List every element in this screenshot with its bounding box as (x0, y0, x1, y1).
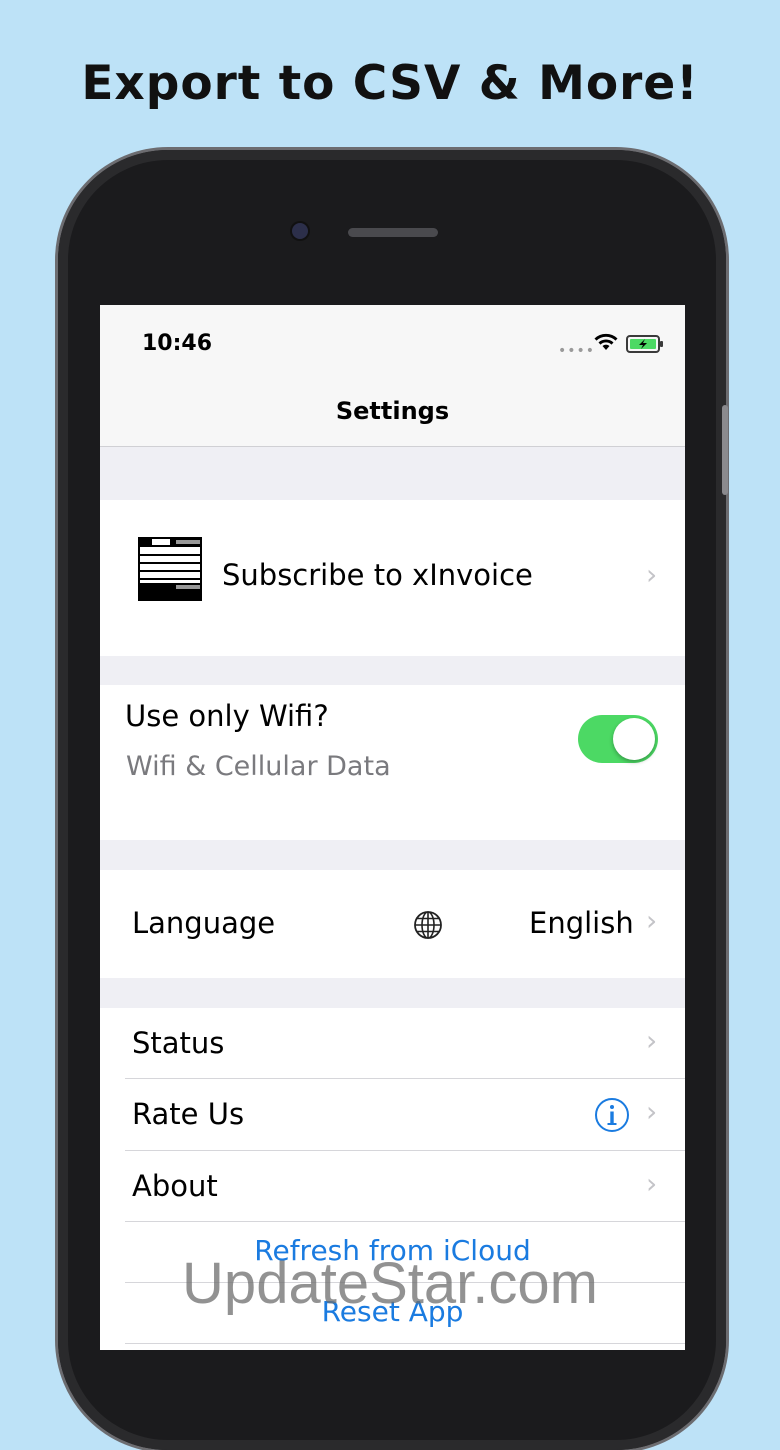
wifi-icon (594, 333, 618, 350)
chevron-right-icon: › (646, 904, 658, 937)
chevron-right-icon: › (646, 1095, 658, 1128)
chevron-right-icon: › (646, 1167, 658, 1200)
page-title: Settings (335, 397, 450, 425)
subscribe-cell[interactable]: Subscribe to xInvoice › (100, 500, 685, 656)
language-cell[interactable]: Language English › (100, 870, 685, 978)
wifi-setting-subtitle: Wifi & Cellular Data (126, 751, 391, 782)
rate-us-label: Rate Us (132, 1097, 245, 1131)
status-time: 10:46 (142, 331, 213, 356)
chevron-right-icon: › (646, 558, 658, 591)
about-row[interactable]: About › (100, 1151, 685, 1221)
watermark: UpdateStar.com (182, 1251, 598, 1316)
speaker-grille (348, 228, 438, 237)
invoice-logo-icon (138, 537, 202, 601)
navigation-bar: Settings (100, 375, 685, 447)
about-label: About (132, 1169, 218, 1203)
subscribe-label: Subscribe to xInvoice (222, 558, 533, 592)
camera-icon (292, 223, 308, 239)
battery-icon (626, 335, 663, 353)
phone-screen: 10:46 •••• Settings Subscribe to xInvoic… (100, 305, 685, 1350)
phone-side-button (722, 405, 728, 495)
headline: Export to CSV & More! (81, 56, 699, 111)
wifi-toggle[interactable] (578, 715, 658, 763)
toggle-knob (613, 718, 655, 760)
info-icon[interactable] (594, 1097, 630, 1133)
signal-dots-icon: •••• (558, 343, 596, 359)
status-label: Status (132, 1026, 225, 1060)
chevron-right-icon: › (646, 1024, 658, 1057)
status-bar: 10:46 •••• (100, 305, 685, 375)
wifi-setting-title: Use only Wifi? (125, 699, 329, 733)
rate-us-row[interactable]: Rate Us › (100, 1079, 685, 1150)
language-label: Language (132, 906, 276, 940)
status-row[interactable]: Status › (100, 1008, 685, 1078)
globe-icon (414, 911, 442, 939)
language-value: English (529, 906, 634, 940)
divider (125, 1343, 685, 1344)
